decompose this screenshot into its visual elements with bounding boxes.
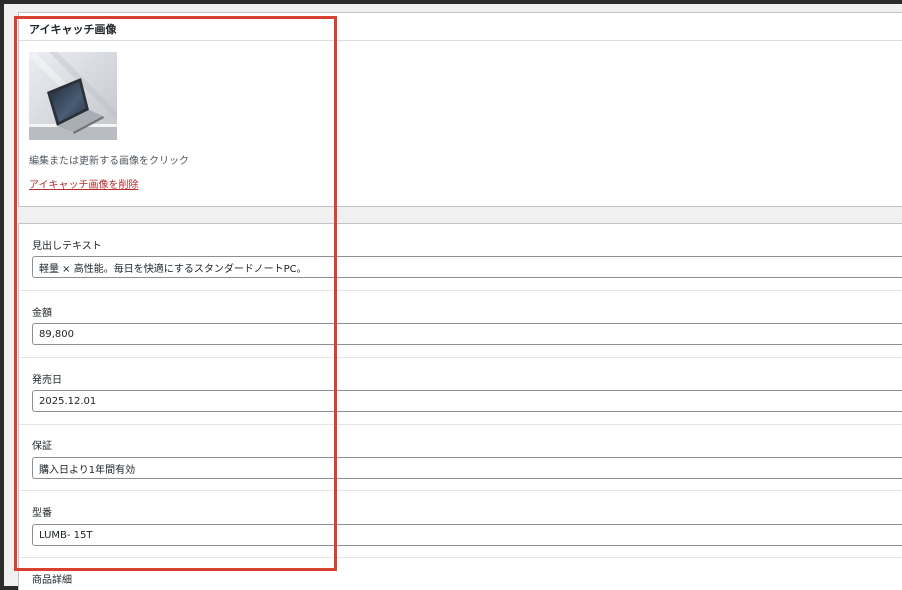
- divider: [19, 290, 902, 291]
- divider: [19, 490, 902, 491]
- panel-title: アイキャッチ画像: [29, 23, 117, 36]
- field-label-release-date: 発売日: [32, 375, 62, 386]
- model-number-input[interactable]: [32, 524, 902, 546]
- field-label-product-details: 商品詳細: [32, 575, 72, 586]
- divider: [19, 557, 902, 558]
- divider: [19, 357, 902, 358]
- featured-image-help-text: 編集または更新する画像をクリック: [29, 156, 189, 167]
- headline-text-input[interactable]: [32, 256, 902, 278]
- field-label-warranty: 保証: [32, 441, 52, 452]
- field-label-price: 金額: [32, 308, 52, 319]
- divider: [19, 424, 902, 425]
- featured-image-thumbnail[interactable]: [29, 52, 117, 140]
- field-label-model-number: 型番: [32, 508, 52, 519]
- field-label-headline: 見出しテキスト: [32, 241, 102, 252]
- price-input[interactable]: [32, 323, 902, 345]
- release-date-input[interactable]: [32, 390, 902, 412]
- custom-fields-panel: 見出しテキスト 金額 発売日 保証 型番 商品詳細: [18, 223, 902, 590]
- warranty-input[interactable]: [32, 457, 902, 479]
- laptop-photo: [29, 52, 117, 140]
- remove-featured-image-link[interactable]: アイキャッチ画像を削除: [29, 176, 139, 191]
- featured-image-panel: アイキャッチ画像 編集または更新する画像をクリック アイキャッチ画像を削除: [18, 12, 902, 207]
- panel-header: [19, 13, 902, 41]
